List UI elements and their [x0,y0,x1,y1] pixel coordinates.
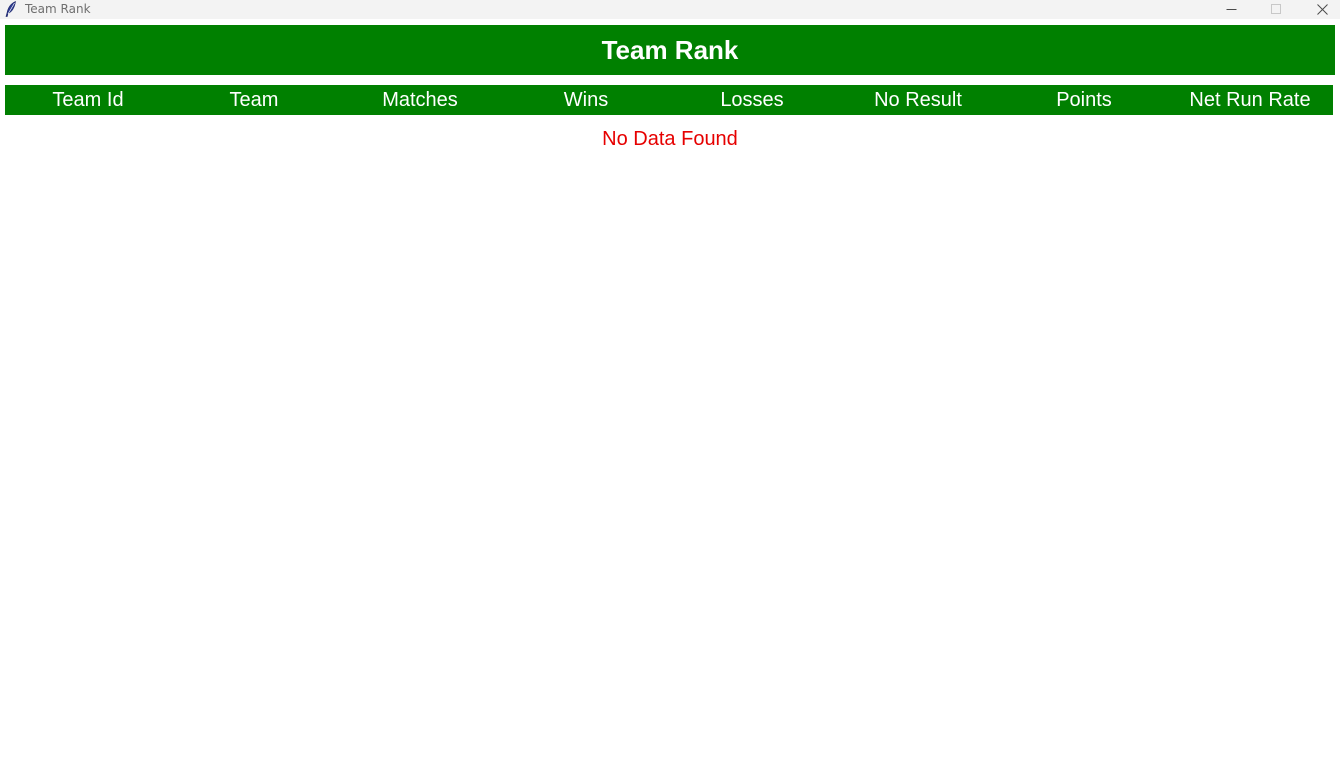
column-header-no-result: No Result [874,88,962,111]
minimize-button[interactable] [1208,0,1254,19]
column-header-net-run-rate: Net Run Rate [1189,88,1311,111]
minimize-icon [1226,4,1237,15]
close-button[interactable] [1299,0,1340,19]
column-header-team: Team [229,88,279,111]
page-title: Team Rank [601,34,739,65]
no-data-message: No Data Found [602,128,738,150]
column-header-team-id: Team Id [52,88,124,111]
table-header-row: Team Id Team Matches Wins Losses No Resu… [5,85,1333,115]
column-header-points: Points [1056,88,1112,111]
close-icon [1316,4,1328,15]
header-banner: Team Rank [5,25,1335,75]
column-header-wins: Wins [563,88,609,111]
feather-icon [5,1,17,17]
window-title: Team Rank [25,2,91,16]
maximize-button[interactable] [1253,0,1299,19]
window-titlebar[interactable]: Team Rank [0,0,1340,19]
maximize-icon [1270,4,1282,15]
column-header-matches: Matches [382,88,458,111]
column-header-losses: Losses [720,88,784,111]
